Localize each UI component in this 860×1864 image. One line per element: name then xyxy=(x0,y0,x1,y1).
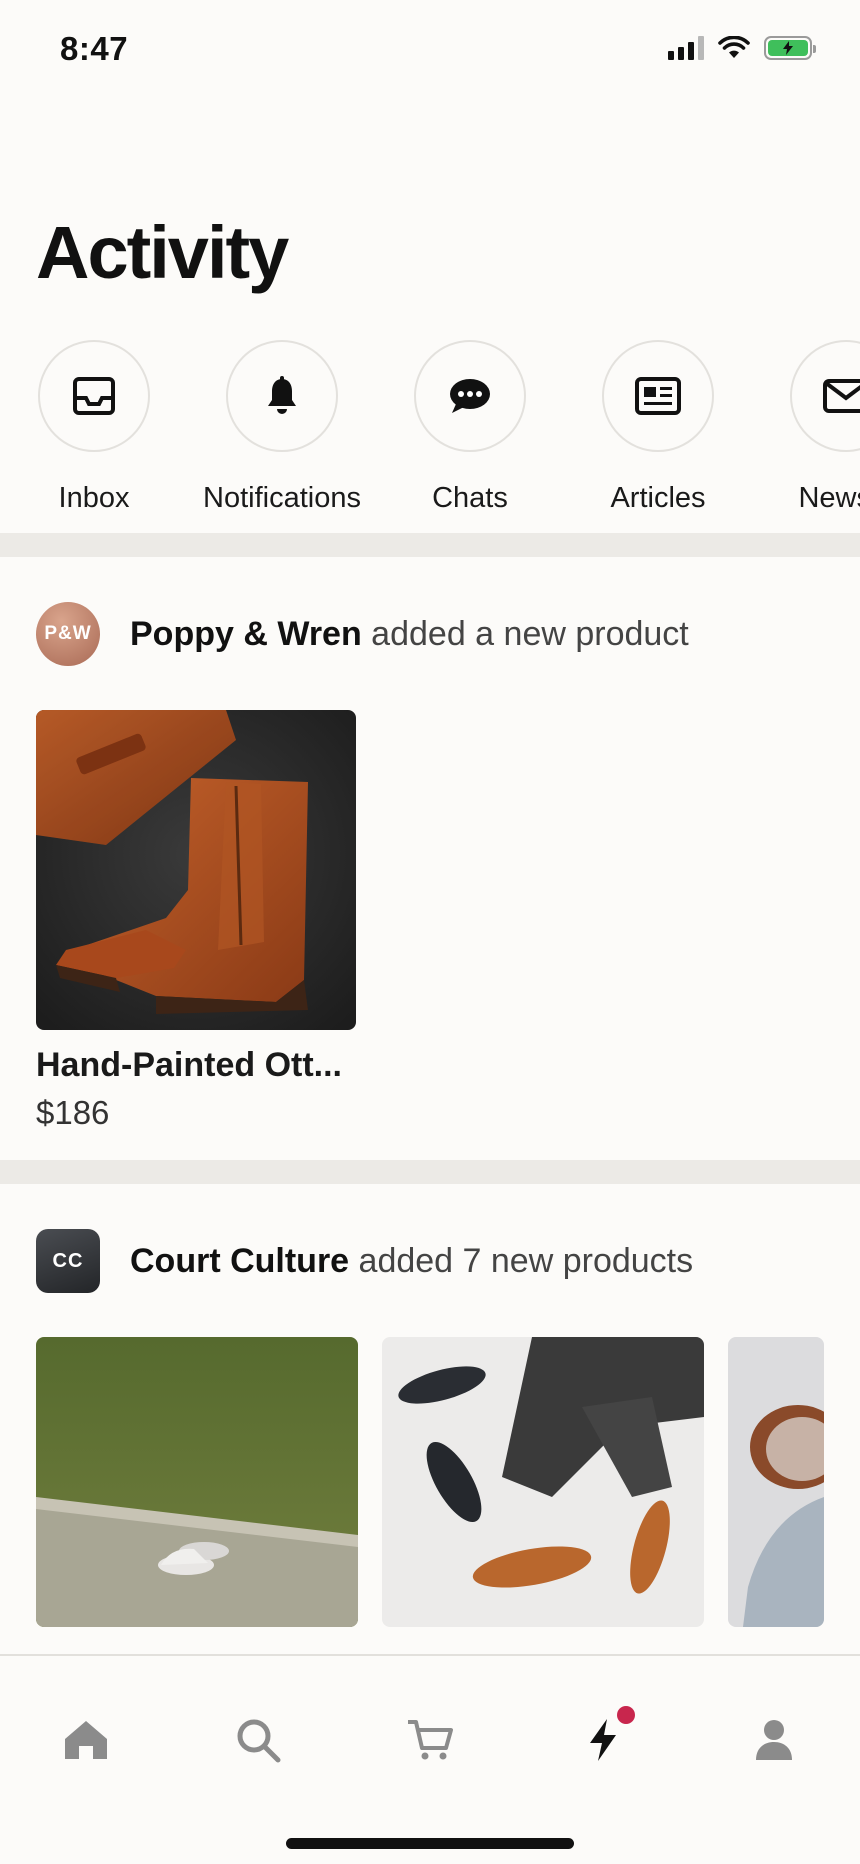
loafers-product-photo xyxy=(382,1337,704,1627)
category-notifications[interactable]: Notifications xyxy=(187,340,377,515)
feed-item-header[interactable]: P&W Poppy & Wren added a new product xyxy=(36,602,689,666)
sunglasses-product-photo xyxy=(728,1337,824,1627)
newsletters-button[interactable] xyxy=(790,340,860,452)
section-divider xyxy=(0,533,860,557)
profile-icon xyxy=(756,1720,792,1760)
home-indicator xyxy=(286,1838,574,1849)
tab-bar xyxy=(0,1654,860,1864)
tab-activity[interactable] xyxy=(573,1706,635,1770)
tab-search[interactable] xyxy=(228,1710,288,1770)
tab-home[interactable] xyxy=(56,1710,116,1770)
cart-icon xyxy=(408,1720,453,1760)
newspaper-icon xyxy=(635,377,681,415)
category-articles[interactable]: Articles xyxy=(563,340,753,515)
product-image[interactable] xyxy=(36,1337,358,1627)
feed-item-text: Poppy & Wren added a new product xyxy=(130,615,689,654)
activity-categories: Inbox Notifications Chats Articles New xyxy=(0,340,860,530)
shop-name[interactable]: Court Culture xyxy=(130,1242,349,1280)
lightning-icon xyxy=(590,1719,616,1761)
home-icon xyxy=(65,1721,107,1759)
category-newsletters[interactable]: Newsle xyxy=(751,340,860,515)
status-bar: 8:47 xyxy=(0,0,860,100)
chats-button[interactable] xyxy=(414,340,526,452)
feed-action: added a new product xyxy=(361,614,689,653)
tab-cart[interactable] xyxy=(400,1710,460,1770)
search-icon xyxy=(237,1719,281,1763)
battery-icon xyxy=(764,36,816,60)
category-label: Articles xyxy=(610,482,706,514)
chat-bubble-icon xyxy=(450,379,490,413)
shop-avatar[interactable]: P&W xyxy=(36,602,100,666)
activity-badge xyxy=(617,1706,635,1724)
category-chats[interactable]: Chats xyxy=(375,340,565,515)
inbox-button[interactable] xyxy=(38,340,150,452)
articles-button[interactable] xyxy=(602,340,714,452)
category-label: Chats xyxy=(432,482,508,514)
product-image[interactable] xyxy=(36,710,356,1030)
notifications-button[interactable] xyxy=(226,340,338,452)
wifi-icon xyxy=(718,36,750,58)
section-divider xyxy=(0,1160,860,1184)
envelope-icon xyxy=(823,379,860,413)
cellular-signal-icon xyxy=(668,36,704,60)
inbox-icon xyxy=(73,377,115,415)
sneakers-product-photo xyxy=(36,1337,358,1627)
category-label: Notifications xyxy=(203,482,361,514)
product-price: $186 xyxy=(36,1094,110,1131)
shop-avatar[interactable]: CC xyxy=(36,1229,100,1293)
category-label: Inbox xyxy=(58,482,130,514)
feed-item-header[interactable]: CC Court Culture added 7 new products xyxy=(36,1229,693,1293)
page-title: Activity xyxy=(36,211,289,294)
feed-action: added 7 new products xyxy=(349,1241,694,1280)
shop-name[interactable]: Poppy & Wren xyxy=(130,615,362,653)
product-name[interactable]: Hand-Painted Ott... xyxy=(36,1046,342,1085)
feed-item-text: Court Culture added 7 new products xyxy=(130,1242,693,1281)
product-image[interactable] xyxy=(382,1337,704,1627)
status-time: 8:47 xyxy=(60,30,129,67)
status-icons xyxy=(668,36,816,60)
boots-product-photo xyxy=(36,710,356,1030)
tab-profile[interactable] xyxy=(744,1710,804,1770)
category-label: Newsle xyxy=(798,482,860,514)
bell-icon xyxy=(268,376,296,414)
category-inbox[interactable]: Inbox xyxy=(0,340,189,515)
product-image[interactable] xyxy=(728,1337,824,1627)
